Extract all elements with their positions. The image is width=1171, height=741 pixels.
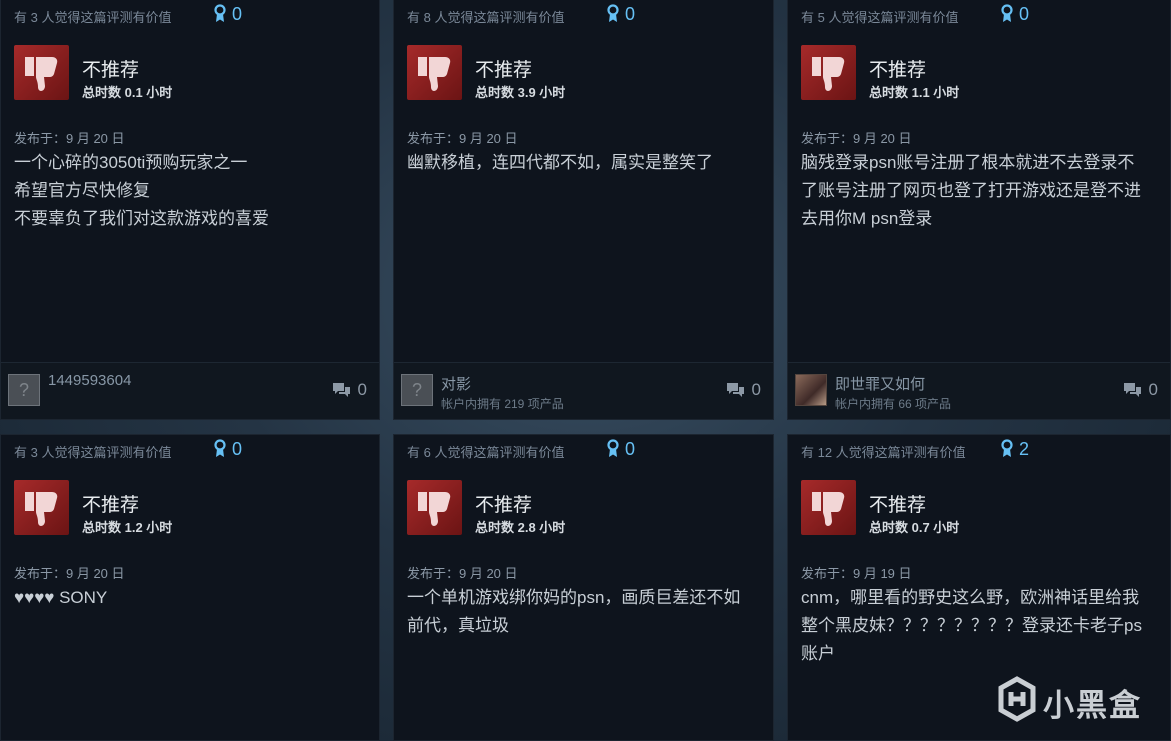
thumbs-down-icon bbox=[14, 480, 69, 535]
posted-date: 发布于：9 月 20 日 bbox=[14, 131, 125, 146]
recommendation-label: 不推荐 bbox=[475, 60, 533, 81]
avatar[interactable]: ? bbox=[8, 374, 40, 406]
comment-count: 0 bbox=[751, 380, 761, 399]
thumbs-down-icon bbox=[407, 480, 462, 535]
posted-date: 发布于：9 月 19 日 bbox=[801, 566, 912, 581]
playtime-hours: 总时数 0.7 小时 bbox=[869, 520, 960, 535]
thumbs-down-icon bbox=[801, 480, 856, 535]
review-author-footer: 即世罪又如何帐户内拥有 66 项产品 0 bbox=[788, 362, 1170, 419]
author-name[interactable]: 对影 bbox=[441, 373, 471, 394]
award-count: 0 bbox=[625, 439, 636, 459]
helpful-count: 有 8 人觉得这篇评测有价值 bbox=[407, 10, 565, 25]
review-card: 有 3 人觉得这篇评测有价值 0 不推荐总时数 0.1 小时发布于：9 月 20 日… bbox=[0, 0, 380, 420]
award-count: 2 bbox=[1019, 439, 1030, 459]
award-icon[interactable] bbox=[1000, 439, 1014, 464]
review-author-footer: ? 1449593604 0 bbox=[1, 362, 379, 419]
recommendation-label: 不推荐 bbox=[869, 495, 927, 516]
helpful-count: 有 3 人觉得这篇评测有价值 bbox=[14, 445, 172, 460]
playtime-hours: 总时数 2.8 小时 bbox=[475, 520, 566, 535]
comment-icon[interactable] bbox=[725, 382, 745, 405]
award-icon[interactable] bbox=[606, 439, 620, 464]
review-card: 有 8 人觉得这篇评测有价值 0 不推荐总时数 3.9 小时发布于：9 月 20 日… bbox=[393, 0, 774, 420]
thumbs-down-icon bbox=[801, 45, 856, 100]
comment-icon[interactable] bbox=[331, 382, 351, 405]
award-count: 0 bbox=[232, 439, 243, 459]
helpful-count: 有 12 人觉得这篇评测有价值 bbox=[801, 445, 966, 460]
products-owned: 帐户内拥有 66 项产品 bbox=[835, 397, 952, 411]
thumbs-down-icon bbox=[14, 45, 69, 100]
thumbs-down-icon bbox=[407, 45, 462, 100]
review-content: 一个单机游戏绑你妈的psn，画质巨差还不如 前代，真垃圾 bbox=[407, 584, 740, 640]
award-count: 0 bbox=[625, 4, 636, 24]
author-name[interactable]: 即世罪又如何 bbox=[835, 373, 925, 394]
review-text-line: 账户 bbox=[801, 644, 835, 663]
helpful-count: 有 3 人觉得这篇评测有价值 bbox=[14, 10, 172, 25]
review-text-line: 前代，真垃圾 bbox=[407, 616, 509, 635]
award-count: 0 bbox=[232, 4, 243, 24]
review-text-line: 一个心碎的3050ti预购玩家之一 bbox=[14, 153, 248, 172]
playtime-hours: 总时数 0.1 小时 bbox=[82, 85, 173, 100]
review-content: 一个心碎的3050ti预购玩家之一 希望官方尽快修复不要辜负了我们对这款游戏的喜爱 bbox=[14, 149, 269, 233]
posted-date: 发布于：9 月 20 日 bbox=[407, 131, 518, 146]
avatar[interactable] bbox=[795, 374, 827, 406]
review-text-line: ♥♥♥♥ SONY bbox=[14, 588, 108, 607]
award-count: 0 bbox=[1019, 4, 1030, 24]
posted-date: 发布于：9 月 20 日 bbox=[14, 566, 125, 581]
review-text-line: 一个单机游戏绑你妈的psn，画质巨差还不如 bbox=[407, 588, 741, 607]
helpful-count: 有 5 人觉得这篇评测有价值 bbox=[801, 10, 959, 25]
helpful-count: 有 6 人觉得这篇评测有价值 bbox=[407, 445, 565, 460]
recommendation-label: 不推荐 bbox=[475, 495, 533, 516]
recommendation-label: 不推荐 bbox=[82, 60, 140, 81]
award-icon[interactable] bbox=[213, 4, 227, 29]
playtime-hours: 总时数 1.2 小时 bbox=[82, 520, 173, 535]
xiaoheihe-logo-icon bbox=[997, 676, 1037, 727]
review-content: cnm，哪里看的野史这么野，欧洲神话里给我 整个黑皮妹？？？？？？？？登录还卡老子… bbox=[801, 584, 1142, 668]
recommendation-label: 不推荐 bbox=[869, 60, 927, 81]
comment-count: 0 bbox=[357, 380, 367, 399]
comment-count: 0 bbox=[1148, 380, 1158, 399]
review-text-line: 幽默移植，连四代都不如，属实是整笑了 bbox=[407, 153, 713, 172]
review-text-line: cnm，哪里看的野史这么野，欧洲神话里给我 bbox=[801, 588, 1140, 607]
review-text-line: 希望官方尽快修复 bbox=[14, 181, 150, 200]
review-content: 幽默移植，连四代都不如，属实是整笑了 bbox=[407, 149, 713, 177]
avatar[interactable]: ? bbox=[401, 374, 433, 406]
author-name[interactable]: 1449593604 bbox=[48, 372, 131, 389]
award-icon[interactable] bbox=[606, 4, 620, 29]
review-card: 有 6 人觉得这篇评测有价值 0 不推荐总时数 2.8 小时发布于：9 月 20 日… bbox=[393, 434, 774, 741]
recommendation-label: 不推荐 bbox=[82, 495, 140, 516]
playtime-hours: 总时数 1.1 小时 bbox=[869, 85, 960, 100]
award-icon[interactable] bbox=[1000, 4, 1014, 29]
posted-date: 发布于：9 月 20 日 bbox=[407, 566, 518, 581]
watermark-text: 小黑盒 bbox=[1043, 688, 1142, 723]
review-text-line: 去用你M psn登录 bbox=[801, 209, 933, 228]
posted-date: 发布于：9 月 20 日 bbox=[801, 131, 912, 146]
comment-icon[interactable] bbox=[1122, 382, 1142, 405]
playtime-hours: 总时数 3.9 小时 bbox=[475, 85, 566, 100]
review-text-line: 不要辜负了我们对这款游戏的喜爱 bbox=[14, 209, 269, 228]
award-icon[interactable] bbox=[213, 439, 227, 464]
products-owned: 帐户内拥有 219 项产品 bbox=[441, 397, 564, 411]
review-text-line: 整个黑皮妹？？？？？？？？登录还卡老子ps bbox=[801, 616, 1142, 635]
review-card: 有 3 人觉得这篇评测有价值 0 不推荐总时数 1.2 小时发布于：9 月 20 日… bbox=[0, 434, 380, 741]
review-text-line: 了账号注册了网页也登了打开游戏还是登不进 bbox=[801, 181, 1141, 200]
review-content: ♥♥♥♥ SONY bbox=[14, 584, 107, 612]
review-text-line: 脑残登录psn账号注册了根本就进不去登录不 bbox=[801, 153, 1135, 172]
review-author-footer: ? 对影帐户内拥有 219 项产品 0 bbox=[394, 362, 773, 419]
review-content: 脑残登录psn账号注册了根本就进不去登录不 了账号注册了网页也登了打开游戏还是登不… bbox=[801, 149, 1141, 233]
review-card: 有 5 人觉得这篇评测有价值 0 不推荐总时数 1.1 小时发布于：9 月 20 日… bbox=[787, 0, 1171, 420]
